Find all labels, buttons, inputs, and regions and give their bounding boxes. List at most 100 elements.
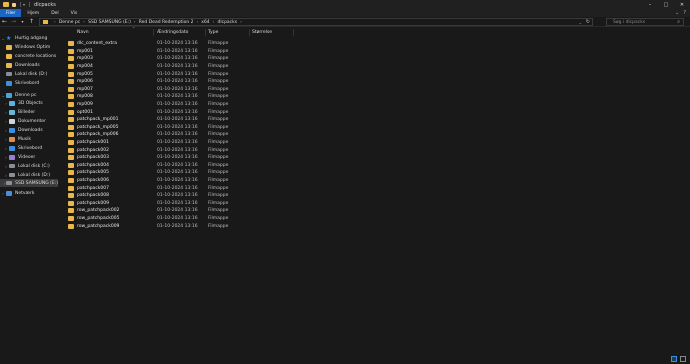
chevron-right-icon[interactable]: › xyxy=(213,20,215,25)
file-row[interactable]: patchpack004 01-10-2024 13:16 Filmappe xyxy=(62,162,362,170)
file-row[interactable]: patchpack003 01-10-2024 13:16 Filmappe xyxy=(62,154,362,162)
chevron-right-icon[interactable]: › xyxy=(83,20,85,25)
folder-icon xyxy=(68,162,74,168)
column-header-type[interactable]: Type xyxy=(208,30,218,35)
tab-home[interactable]: Hjem xyxy=(21,9,45,17)
folder-icon xyxy=(68,185,74,191)
breadcrumb-game[interactable]: Red Dead Redemption 2 xyxy=(139,20,194,25)
details-view-icon[interactable] xyxy=(671,356,677,362)
file-row[interactable]: opt001 01-10-2024 13:16 Filmappe xyxy=(62,108,362,116)
help-icon[interactable]: ? xyxy=(683,10,686,16)
sidebar-item-downloads-quick[interactable]: Downloads xyxy=(0,61,40,69)
tab-file[interactable]: Filer xyxy=(0,9,22,17)
sidebar-item-concrete-locations[interactable]: concrete locations xyxy=(0,52,56,60)
sidebar-item-quick-access[interactable]: ⌄ ★ Hurtig adgang xyxy=(0,34,47,42)
file-type: Filmappe xyxy=(208,140,229,146)
sidebar-item-desktop-quick[interactable]: Skrivebord xyxy=(0,79,39,87)
sidebar-item-local-disk-d[interactable]: › Lokal disk (D:) xyxy=(0,171,50,179)
folder-icon xyxy=(68,200,74,206)
file-row[interactable]: dlc_content_extra 01-10-2024 13:16 Filmapp… xyxy=(62,40,362,48)
tab-view[interactable]: Vis xyxy=(65,9,84,17)
file-row[interactable]: mp001 01-10-2024 13:16 Filmappe xyxy=(62,48,362,56)
close-button[interactable]: ✕ xyxy=(674,0,690,9)
folder-icon xyxy=(68,71,74,77)
sidebar-item-network[interactable]: › Netværk xyxy=(0,189,34,197)
tab-share[interactable]: Del xyxy=(45,9,64,17)
column-header-name[interactable]: Navn xyxy=(77,30,89,35)
sidebar-item-this-pc[interactable]: ⌄ Denne pc xyxy=(0,91,36,99)
column-divider[interactable] xyxy=(153,29,154,36)
file-name: patchpack001 xyxy=(77,140,109,146)
file-row[interactable]: patchpack009 01-10-2024 13:16 Filmappe xyxy=(62,200,362,208)
file-row[interactable]: mp009 01-10-2024 13:16 Filmappe xyxy=(62,101,362,109)
expand-ribbon-icon[interactable]: ⌄ xyxy=(675,10,679,16)
folder-icon xyxy=(68,64,74,70)
file-row[interactable]: patchpack001 01-10-2024 13:16 Filmappe xyxy=(62,139,362,147)
sidebar-item-desktop[interactable]: › Skrivebord xyxy=(0,144,42,152)
column-divider[interactable] xyxy=(293,29,294,36)
file-date: 01-10-2024 13:16 xyxy=(157,185,198,191)
column-header-size[interactable]: Størrelse xyxy=(252,30,272,35)
file-row[interactable]: row_patchpack005 01-10-2024 13:16 Filmappe xyxy=(62,215,362,223)
properties-icon[interactable] xyxy=(12,2,16,7)
file-row[interactable]: patchpack_mp001 01-10-2024 13:16 Filmappe xyxy=(62,116,362,124)
recent-locations-icon[interactable]: ▾ xyxy=(18,17,27,26)
breadcrumb-this-pc[interactable]: Denne pc xyxy=(59,20,80,25)
breadcrumb-drive[interactable]: SSD SAMSUNG (E:) xyxy=(88,20,131,25)
file-type: Filmappe xyxy=(208,94,229,100)
sidebar-item-local-disk-c[interactable]: › Lokal disk (C:) xyxy=(0,162,50,170)
sidebar-item-local-disk-d-quick[interactable]: Lokal disk (D:) xyxy=(0,70,47,78)
breadcrumb-x64[interactable]: x64 xyxy=(201,20,209,25)
folder-icon xyxy=(68,178,74,184)
forward-arrow-icon[interactable]: → xyxy=(9,17,18,26)
refresh-icon[interactable]: ↻ xyxy=(586,19,590,26)
file-date: 01-10-2024 13:16 xyxy=(157,155,198,161)
file-row[interactable]: patchpack005 01-10-2024 13:16 Filmappe xyxy=(62,169,362,177)
search-box[interactable]: Søg i dlcpacks ⌕ xyxy=(606,18,684,26)
file-row[interactable]: patchpack_mp006 01-10-2024 13:16 Filmappe xyxy=(62,131,362,139)
column-divider[interactable] xyxy=(205,29,206,36)
sidebar-item-downloads[interactable]: › Downloads xyxy=(0,126,43,134)
chevron-right-icon[interactable]: › xyxy=(196,20,198,25)
sidebar-item-3d-objects[interactable]: › 3D Objects xyxy=(0,99,43,107)
file-row[interactable]: mp003 01-10-2024 13:16 Filmappe xyxy=(62,55,362,63)
large-icons-view-icon[interactable] xyxy=(680,356,686,362)
chevron-down-icon[interactable]: ⌄ xyxy=(579,19,582,26)
breadcrumb-dlcpacks[interactable]: dlcpacks xyxy=(217,20,237,25)
folder-icon xyxy=(68,132,74,138)
sidebar-item-ssd-samsung[interactable]: › SSD SAMSUNG (E:) xyxy=(0,179,58,187)
chevron-right-icon[interactable]: › xyxy=(54,20,56,25)
file-row[interactable]: patchpack007 01-10-2024 13:16 Filmappe xyxy=(62,184,362,192)
sidebar-item-videos[interactable]: › Videoer xyxy=(0,153,35,161)
sidebar-item-pictures[interactable]: › Billeder xyxy=(0,108,35,116)
file-date: 01-10-2024 13:16 xyxy=(157,102,198,108)
file-row[interactable]: mp005 01-10-2024 13:16 Filmappe xyxy=(62,70,362,78)
minimize-button[interactable]: – xyxy=(642,0,658,9)
column-header-date[interactable]: Ændringsdato xyxy=(157,30,188,35)
file-row[interactable]: patchpack002 01-10-2024 13:16 Filmappe xyxy=(62,146,362,154)
search-icon: ⌕ xyxy=(677,19,680,25)
file-row[interactable]: mp006 01-10-2024 13:16 Filmappe xyxy=(62,78,362,86)
file-row[interactable]: patchpack008 01-10-2024 13:16 Filmappe xyxy=(62,192,362,200)
file-row[interactable]: mp008 01-10-2024 13:16 Filmappe xyxy=(62,93,362,101)
folder-icon xyxy=(68,41,74,47)
address-bar[interactable]: › Denne pc › SSD SAMSUNG (E:) › Red Dead… xyxy=(39,18,593,26)
up-arrow-icon[interactable]: ↑ xyxy=(27,17,36,26)
sidebar-item-documents[interactable]: › Dokumenter xyxy=(0,117,46,125)
sidebar-item-windows-optim[interactable]: Windows Optim xyxy=(0,43,50,51)
folder-icon xyxy=(6,44,12,50)
back-arrow-icon[interactable]: ← xyxy=(0,17,9,26)
maximize-button[interactable]: □ xyxy=(658,0,674,9)
file-row[interactable]: patchpack006 01-10-2024 13:16 Filmappe xyxy=(62,177,362,185)
file-row[interactable]: row_patchpack002 01-10-2024 13:16 Filmappe xyxy=(62,207,362,215)
chevron-right-icon[interactable]: › xyxy=(134,20,136,25)
file-row[interactable]: row_patchpack009 01-10-2024 13:16 Filmappe xyxy=(62,222,362,230)
chevron-down-icon[interactable]: ▾ xyxy=(23,2,25,7)
sidebar-item-music[interactable]: › Musik xyxy=(0,135,31,143)
file-row[interactable]: mp004 01-10-2024 13:16 Filmappe xyxy=(62,63,362,71)
file-row[interactable]: mp007 01-10-2024 13:16 Filmappe xyxy=(62,86,362,94)
column-divider[interactable] xyxy=(249,29,250,36)
chevron-right-icon[interactable]: › xyxy=(240,20,242,25)
file-row[interactable]: patchpack_mp005 01-10-2024 13:16 Filmappe xyxy=(62,124,362,132)
folder-icon xyxy=(68,117,74,123)
